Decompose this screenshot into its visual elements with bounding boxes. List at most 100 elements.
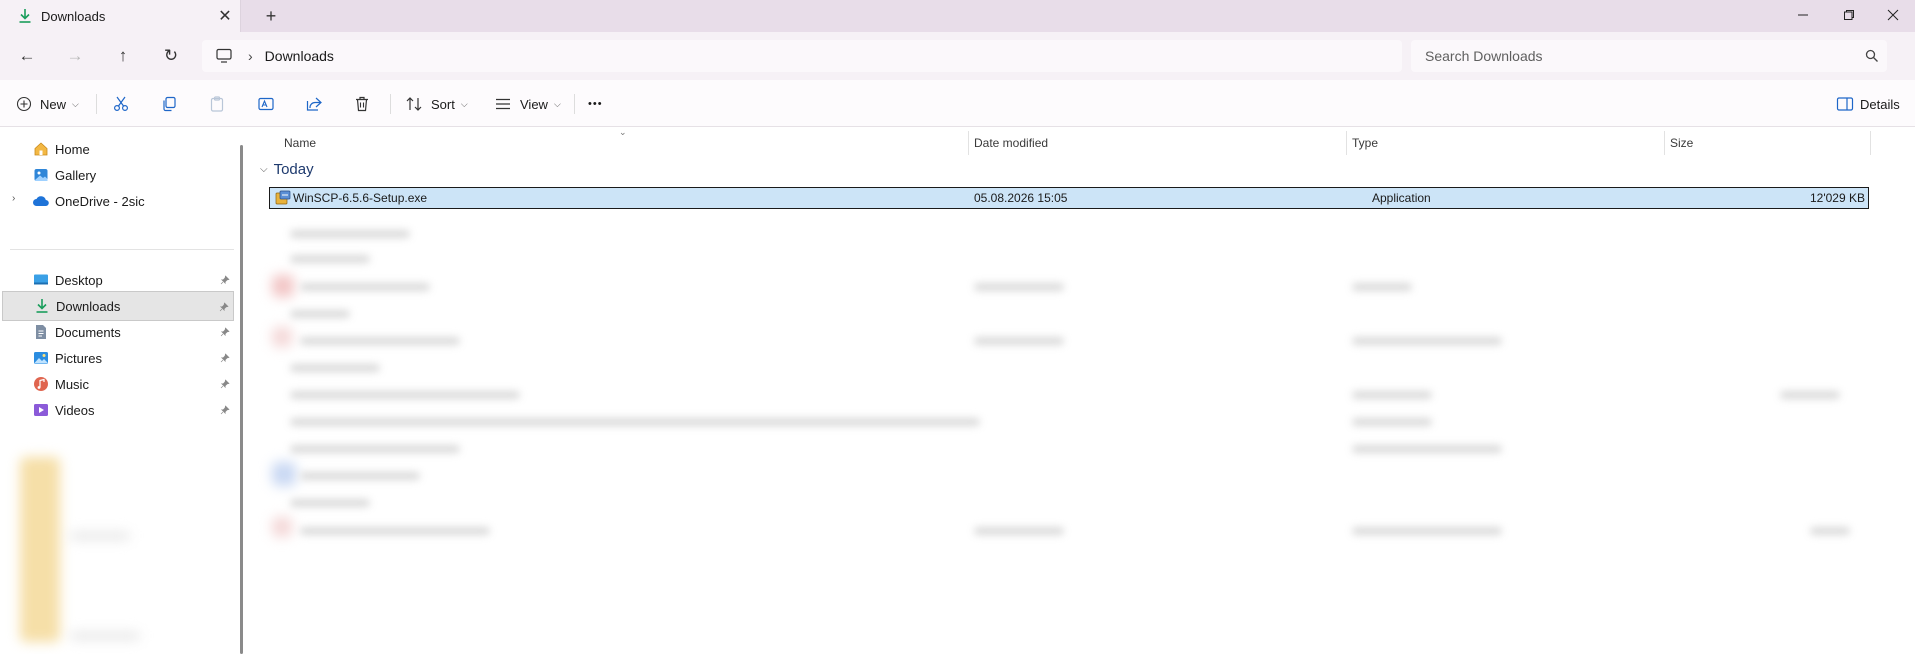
chevron-down-icon: ⌵ <box>553 98 561 109</box>
copy-button[interactable] <box>160 89 178 119</box>
clipboard-icon <box>210 96 224 112</box>
chevron-down-icon: ⌵ <box>460 98 468 109</box>
pin-icon[interactable] <box>218 273 232 287</box>
share-icon <box>306 97 322 111</box>
redacted-row <box>290 364 380 372</box>
close-tab-icon[interactable]: ✕ <box>210 0 240 32</box>
redacted-row <box>1780 391 1840 399</box>
sidebar-item-label: Desktop <box>55 272 103 288</box>
cut-button[interactable] <box>112 89 130 119</box>
redacted-row <box>290 310 350 318</box>
gallery-icon <box>32 166 50 184</box>
view-label: View <box>520 96 548 112</box>
pin-icon[interactable] <box>217 300 231 314</box>
desktop-icon <box>32 271 50 289</box>
download-icon <box>33 297 51 315</box>
sidebar-item-onedrive[interactable]: › OneDrive - 2sic <box>2 186 234 216</box>
search-input[interactable]: Search Downloads <box>1425 48 1857 64</box>
tab-downloads[interactable]: Downloads ✕ <box>0 0 241 32</box>
details-label: Details <box>1860 96 1900 112</box>
rename-button[interactable] <box>257 89 275 119</box>
search-box[interactable]: Search Downloads <box>1411 40 1887 72</box>
redacted-row <box>300 472 420 480</box>
redacted-row <box>974 283 1064 291</box>
pin-icon[interactable] <box>218 403 232 417</box>
address-bar[interactable]: › Downloads <box>202 40 1402 72</box>
share-button[interactable] <box>305 89 323 119</box>
redacted-row <box>1352 527 1502 535</box>
new-label: New <box>40 96 67 112</box>
new-button[interactable]: New ⌵ <box>16 89 79 119</box>
sidebar-scrollbar[interactable] <box>240 145 243 654</box>
column-header-name[interactable]: Name <box>284 131 316 155</box>
redacted-row <box>290 499 370 507</box>
refresh-button[interactable]: ↻ <box>154 41 188 71</box>
group-header-today[interactable]: ⌵ Today <box>260 161 314 178</box>
sidebar-item-label: Documents <box>55 324 121 340</box>
details-button[interactable]: Details <box>1836 89 1900 119</box>
title-bar: Downloads ✕ + <box>0 0 1915 32</box>
sidebar-item-label: Music <box>55 376 89 392</box>
paste-button[interactable] <box>208 89 226 119</box>
new-tab-button[interactable]: + <box>257 5 285 27</box>
rename-icon <box>258 97 274 111</box>
search-icon[interactable] <box>1857 41 1887 71</box>
close-window-button[interactable] <box>1870 0 1915 30</box>
redacted-area <box>70 632 140 640</box>
navigation-pane: Home Gallery › OneDrive - 2sic Desktop D… <box>0 127 240 654</box>
breadcrumb-separator[interactable]: › <box>248 48 253 64</box>
command-bar: New ⌵ Sort ⌵ View ⌵ ••• Details <box>0 80 1915 127</box>
chevron-down-icon[interactable]: ⌵ <box>260 164 268 175</box>
back-button[interactable]: ← <box>10 41 44 71</box>
redacted-area <box>20 457 60 642</box>
column-header-date[interactable]: Date modified <box>974 131 1048 155</box>
home-icon <box>32 140 50 158</box>
redacted-row <box>272 462 296 486</box>
column-header-type[interactable]: Type <box>1352 131 1378 155</box>
file-size: 12'029 KB <box>1809 191 1865 205</box>
chevron-right-icon[interactable]: › <box>12 193 15 204</box>
videos-icon <box>32 401 50 419</box>
pictures-icon <box>32 349 50 367</box>
column-divider[interactable] <box>1870 131 1871 155</box>
trash-icon <box>356 96 368 112</box>
pin-icon[interactable] <box>218 351 232 365</box>
pin-icon[interactable] <box>218 377 232 391</box>
delete-button[interactable] <box>353 89 371 119</box>
breadcrumb-downloads[interactable]: Downloads <box>265 48 334 64</box>
column-header-size[interactable]: Size <box>1670 131 1693 155</box>
column-divider[interactable] <box>968 131 969 155</box>
redacted-row <box>300 283 430 291</box>
up-button[interactable]: ↑ <box>106 41 140 71</box>
sidebar-item-videos[interactable]: Videos <box>2 395 234 425</box>
more-options-button[interactable]: ••• <box>588 89 603 119</box>
redacted-row <box>1352 418 1432 426</box>
file-list: ⌄ Name Date modified Type Size ⌵ Today W… <box>250 127 1915 654</box>
redacted-row <box>290 230 410 238</box>
toolbar-divider <box>390 94 391 114</box>
download-icon <box>18 8 32 24</box>
plus-circle-icon <box>16 96 32 112</box>
redacted-row <box>272 275 294 297</box>
pin-icon[interactable] <box>218 325 232 339</box>
documents-icon <box>32 323 50 341</box>
table-row[interactable]: WinSCP-6.5.6-Setup.exe 05.08.2026 15:05 … <box>269 187 1869 209</box>
sort-label: Sort <box>431 96 455 112</box>
redacted-row <box>290 445 460 453</box>
toolbar-divider <box>96 94 97 114</box>
view-button[interactable]: View ⌵ <box>494 89 561 119</box>
restore-button[interactable] <box>1826 0 1872 30</box>
redacted-row <box>290 418 980 426</box>
forward-button[interactable]: → <box>58 41 92 71</box>
computer-icon[interactable] <box>214 47 234 65</box>
sort-button[interactable]: Sort ⌵ <box>405 89 468 119</box>
file-date: 05.08.2026 15:05 <box>974 191 1068 205</box>
redacted-row <box>290 391 520 399</box>
cloud-icon <box>32 192 50 210</box>
music-icon <box>32 375 50 393</box>
sidebar-item-label: OneDrive - 2sic <box>55 193 145 209</box>
sidebar-item-label: Videos <box>55 402 95 418</box>
minimize-button[interactable] <box>1780 0 1826 30</box>
column-divider[interactable] <box>1346 131 1347 155</box>
column-divider[interactable] <box>1664 131 1665 155</box>
